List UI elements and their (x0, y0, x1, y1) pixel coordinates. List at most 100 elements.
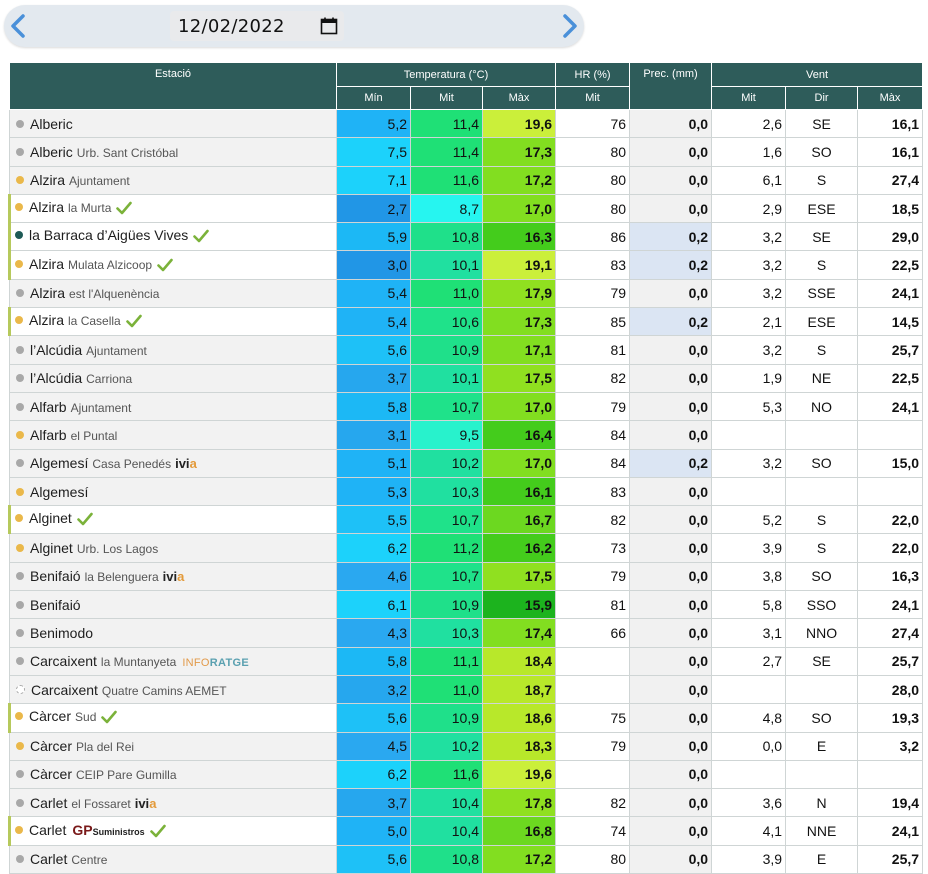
header-temp-max[interactable]: Màx (481, 86, 557, 110)
temp-mit-cell: 11,4 (410, 108, 483, 139)
table-row[interactable]: Alfarb el Puntal 3,1 9,5 16,4 84 0,0 (9, 420, 924, 450)
station-cell[interactable]: Alzira Mulata Alzicoop (8, 250, 337, 280)
station-cell[interactable]: Carcaixent la Muntanyeta INFORATGE (9, 646, 337, 676)
table-row[interactable]: Alfarb Ajuntament 5,8 10,7 17,0 79 0,0 5,3 NO 24,… (9, 391, 924, 422)
station-cell[interactable]: la Barraca d’Aigües Vives (8, 222, 337, 252)
table-row[interactable]: Alzira la Murta 2,7 8,7 17,0 80 0,0 2,9 ESE 18,5 (8, 193, 924, 224)
station-cell[interactable]: Càrcer Pla del Rei (9, 731, 337, 761)
table-row[interactable]: Càrcer CEIP Pare Gumilla 6,2 11,6 19,6 0,0 (9, 759, 924, 790)
header-hr-mit[interactable]: Mit (555, 86, 631, 110)
station-cell[interactable]: Alberic (9, 108, 337, 139)
station-cell[interactable]: Alfarb Ajuntament (9, 391, 337, 422)
temp-mit-cell: 10,1 (410, 363, 483, 393)
station-cell[interactable]: Carlet GPSuministros (8, 816, 337, 846)
table-row[interactable]: Alzira Mulata Alzicoop 3,0 10,1 19,1 83 0,2 3,2… (8, 250, 924, 280)
table-row[interactable]: Alzira est l'Alquenència 5,4 11,0 17,9 79 0,0 3… (9, 278, 924, 309)
header-wind-max[interactable]: Màx (857, 86, 924, 110)
temp-max-cell: 19,6 (481, 759, 557, 790)
table-row[interactable]: Alberic Urb. Sant Cristóbal 7,5 11,4 17,3 80 0… (9, 137, 924, 167)
table-row[interactable]: Benifaió 6,1 10,9 15,9 81 0,0 5,8 SSO 24,1 (9, 590, 924, 620)
header-temp-min[interactable]: Mín (336, 86, 411, 110)
station-cell[interactable]: l’Alcúdia Carriona (9, 363, 337, 393)
wind-mit-cell (711, 420, 787, 450)
station-cell[interactable]: l’Alcúdia Ajuntament (9, 335, 337, 365)
wind-dir-cell: S (785, 335, 859, 365)
station-name: Càrcer (29, 708, 72, 725)
humidity-cell: 79 (555, 561, 631, 592)
status-dot (16, 289, 24, 298)
temp-mit-cell: 10,7 (410, 505, 483, 535)
check-icon (77, 512, 93, 529)
station-name: Alginet (29, 510, 72, 527)
station-cell[interactable]: Alzira Ajuntament (9, 165, 337, 195)
calendar-icon[interactable] (320, 17, 338, 40)
header-wind-mit[interactable]: Mit (711, 86, 787, 110)
wind-max-cell: 19,3 (857, 703, 924, 733)
wind-mit-cell: 3,2 (711, 335, 787, 365)
table-row[interactable]: l’Alcúdia Carriona 3,7 10,1 17,5 82 0,0 1,9 NE 22… (9, 363, 924, 393)
previous-day-button[interactable] (6, 13, 32, 39)
station-cell[interactable]: Algemesí Casa Penedés ivia (9, 448, 337, 478)
wind-dir-cell: E (785, 844, 859, 874)
station-cell[interactable]: Benifaió (9, 590, 337, 620)
table-row[interactable]: Carcaixent Quatre Camins AEMET 3,2 11,0 18,7… (9, 674, 924, 705)
table-row[interactable]: la Barraca d’Aigües Vives 5,9 10,8 16,3 86 0,… (8, 222, 924, 252)
wind-mit-cell: 4,1 (711, 816, 787, 846)
station-cell[interactable]: Algemesí (9, 476, 337, 507)
wind-max-cell: 16,1 (857, 108, 924, 139)
station-cell[interactable]: Benimodo (9, 618, 337, 648)
chevron-left-icon (11, 14, 25, 38)
header-precipitation[interactable]: Prec. (mm) (629, 62, 713, 110)
table-row[interactable]: Carcaixent la Muntanyeta INFORATGE 5,8 11,1 1… (9, 646, 924, 676)
station-cell[interactable]: Alfarb el Puntal (9, 420, 337, 450)
table-row[interactable]: Benifaió la Belenguera ivia 4,6 10,7 17,5 79 0,… (9, 561, 924, 592)
station-cell[interactable]: Carcaixent Quatre Camins AEMET (9, 674, 337, 705)
table-row[interactable]: l’Alcúdia Ajuntament 5,6 10,9 17,1 81 0,0 3,2 S 2… (9, 335, 924, 365)
temp-min-cell: 5,6 (336, 844, 411, 874)
table-row[interactable]: Càrcer Pla del Rei 4,5 10,2 18,3 79 0,0 0,0 E 3,2 (9, 731, 924, 761)
station-cell[interactable]: Alginet (8, 505, 337, 535)
table-row[interactable]: Càrcer Sud 5,6 10,9 18,6 75 0,0 4,8 SO 19,3 (8, 703, 924, 733)
ivia-logo-text: ivi (134, 795, 150, 811)
temp-min-cell: 5,1 (336, 448, 411, 478)
table-row[interactable]: Carlet GPSuministros 5,0 10,4 16,8 74 0,0 4,1 NN… (8, 816, 924, 846)
wind-dir-cell (785, 420, 859, 450)
temp-mit-cell: 11,1 (410, 646, 483, 676)
header-wind-dir[interactable]: Dir (785, 86, 859, 110)
station-cell[interactable]: Càrcer Sud (8, 703, 337, 733)
station-cell[interactable]: Càrcer CEIP Pare Gumilla (9, 759, 337, 790)
table-row[interactable]: Alginet 5,5 10,7 16,7 82 0,0 5,2 S 22,0 (8, 505, 924, 535)
next-day-button[interactable] (556, 13, 582, 39)
header-temp-mit[interactable]: Mit (410, 86, 483, 110)
temp-max-cell: 17,8 (481, 788, 557, 818)
ivia-logo: ivia (175, 456, 197, 471)
humidity-cell: 79 (555, 391, 631, 422)
table-row[interactable]: Alginet Urb. Los Lagos 6,2 11,2 16,2 73 0,0 3,9… (9, 533, 924, 563)
station-cell[interactable]: Alberic Urb. Sant Cristóbal (9, 137, 337, 167)
table-row[interactable]: Alzira la Casella 5,4 10,6 17,3 85 0,2 2,1 ESE 14… (8, 307, 924, 337)
station-cell[interactable]: Alginet Urb. Los Lagos (9, 533, 337, 563)
station-cell[interactable]: Alzira la Casella (8, 307, 337, 337)
inforatge-logo: INFORATGE (182, 657, 249, 669)
station-cell[interactable]: Carlet el Fossaret ivia (9, 788, 337, 818)
station-cell[interactable]: Alzira est l'Alquenència (9, 278, 337, 309)
header-station[interactable]: Estació (9, 62, 337, 110)
wind-max-cell: 27,4 (857, 165, 924, 195)
table-row[interactable]: Benimodo 4,3 10,3 17,4 66 0,0 3,1 NNO 27,4 (9, 618, 924, 648)
wind-max-cell (857, 476, 924, 507)
table-row[interactable]: Algemesí Casa Penedés ivia 5,1 10,2 17,0 84 0,2… (9, 448, 924, 478)
wind-max-cell: 24,1 (857, 278, 924, 309)
table-row[interactable]: Carlet el Fossaret ivia 3,7 10,4 17,8 82 0,0 3,6… (9, 788, 924, 818)
station-cell[interactable]: Benifaió la Belenguera ivia (9, 561, 337, 592)
wind-mit-cell: 5,8 (711, 590, 787, 620)
humidity-cell: 76 (555, 108, 631, 139)
table-row[interactable]: Carlet Centre 5,6 10,8 17,2 80 0,0 3,9 E 25,7 (9, 844, 924, 874)
precipitation-cell: 0,0 (629, 788, 713, 818)
table-row[interactable]: Algemesí 5,3 10,3 16,1 83 0,0 (9, 476, 924, 507)
station-cell[interactable]: Alzira la Murta (8, 193, 337, 224)
precipitation-cell: 0,0 (629, 108, 713, 139)
table-row[interactable]: Alberic 5,2 11,4 19,6 76 0,0 2,6 SE 16,1 (9, 108, 924, 139)
station-cell[interactable]: Carlet Centre (9, 844, 337, 874)
date-input[interactable]: 12/02/2022 (170, 11, 344, 41)
table-row[interactable]: Alzira Ajuntament 7,1 11,6 17,2 80 0,0 6,1 S 27,4 (9, 165, 924, 195)
